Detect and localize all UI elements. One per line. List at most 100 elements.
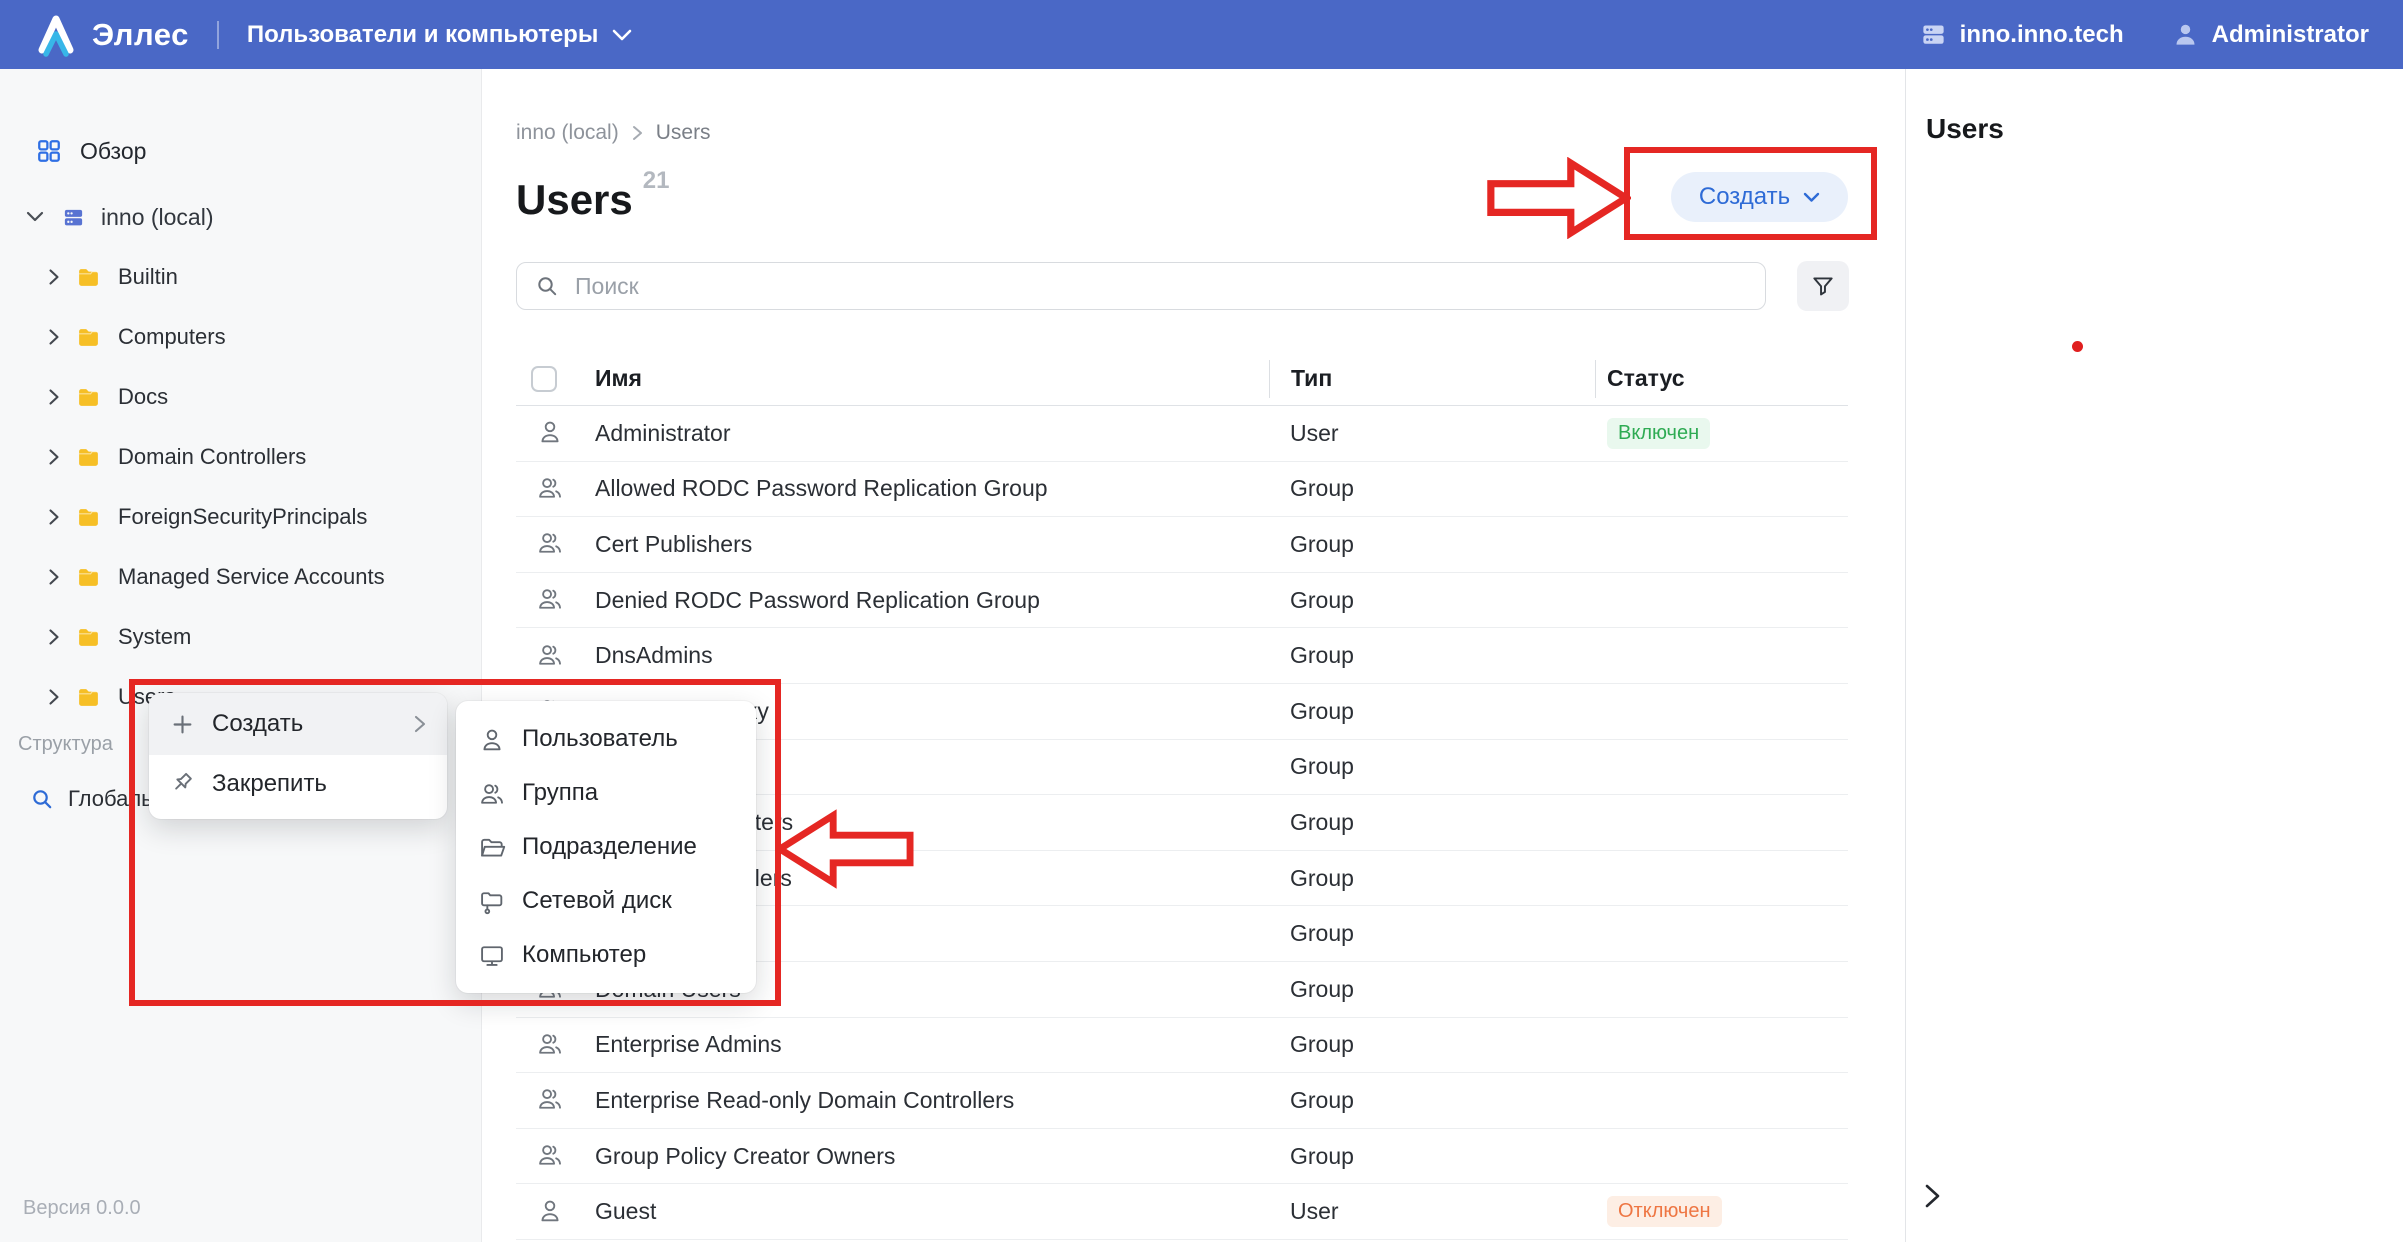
chevron-down-icon[interactable] xyxy=(26,211,44,223)
folder-icon xyxy=(76,265,101,290)
chevron-right-icon[interactable] xyxy=(48,628,60,646)
table-row[interactable]: Administrator User Включен xyxy=(516,406,1848,462)
panel-collapse-button[interactable] xyxy=(1912,1176,1952,1216)
row-type: Group xyxy=(1290,865,1607,892)
menu-item-label: Компьютер xyxy=(522,941,646,969)
breadcrumb: inno (local) Users xyxy=(516,121,711,145)
row-type: User xyxy=(1290,420,1607,447)
table-row[interactable]: Enterprise Read-only Domain Controllers … xyxy=(516,1073,1848,1129)
row-type: Group xyxy=(1290,1143,1607,1170)
group-icon xyxy=(536,1030,566,1060)
chevron-right-icon[interactable] xyxy=(48,568,60,586)
chevron-right-icon[interactable] xyxy=(48,448,60,466)
app-logo[interactable]: Эллес xyxy=(34,13,189,57)
column-header-name[interactable]: Имя xyxy=(595,365,1269,392)
row-name: Enterprise Admins xyxy=(595,1031,1290,1058)
chevron-right-icon[interactable] xyxy=(48,688,60,706)
row-type: Group xyxy=(1290,1087,1607,1114)
status-badge: Включен xyxy=(1607,418,1710,449)
plus-icon xyxy=(169,711,196,738)
sidebar-item-overview[interactable]: Обзор xyxy=(0,121,481,181)
context-menu: Создать Закрепить xyxy=(149,693,447,819)
tree-folder[interactable]: ForeignSecurityPrincipals xyxy=(0,487,481,547)
create-button[interactable]: Создать xyxy=(1671,172,1848,222)
table-row[interactable]: Allowed RODC Password Replication Group … xyxy=(516,462,1848,518)
submenu-item[interactable]: Подразделение xyxy=(456,820,756,874)
chevron-right-icon[interactable] xyxy=(48,508,60,526)
tree-folder[interactable]: Managed Service Accounts xyxy=(0,547,481,607)
table-row[interactable]: Group Policy Creator Owners Group xyxy=(516,1129,1848,1185)
tree-root-label: inno (local) xyxy=(101,204,214,231)
breadcrumb-root[interactable]: inno (local) xyxy=(516,121,619,145)
table-row[interactable]: Cert Publishers Group xyxy=(516,517,1848,573)
folder-icon xyxy=(76,565,101,590)
context-menu-item-pin[interactable]: Закрепить xyxy=(149,755,447,813)
logo-icon xyxy=(34,13,78,57)
tree-folder-label: Computers xyxy=(118,324,226,350)
user-icon xyxy=(536,1197,566,1227)
menu-item-label: Создать xyxy=(212,710,397,738)
chevron-right-icon[interactable] xyxy=(48,328,60,346)
tree-folder[interactable]: Computers xyxy=(0,307,481,367)
tree-folder[interactable]: Docs xyxy=(0,367,481,427)
group-icon xyxy=(536,1085,566,1115)
group-icon xyxy=(536,474,566,504)
tree-root-domain[interactable]: inno (local) xyxy=(0,187,481,247)
user-menu[interactable]: Administrator xyxy=(2172,21,2369,49)
chevron-right-icon[interactable] xyxy=(48,388,60,406)
tree-folder[interactable]: Domain Controllers xyxy=(0,427,481,487)
group-icon xyxy=(536,1141,566,1171)
row-type: Group xyxy=(1290,1031,1607,1058)
column-header-type[interactable]: Тип xyxy=(1269,360,1595,398)
table-row[interactable]: Guest User Отключен xyxy=(516,1184,1848,1240)
submenu-item[interactable]: Компьютер xyxy=(456,928,756,982)
submenu-item[interactable]: Пользователь xyxy=(456,712,756,766)
tree-folder[interactable]: System xyxy=(0,607,481,667)
folder-open-icon xyxy=(478,834,505,861)
folder-icon xyxy=(76,445,101,470)
submenu-item[interactable]: Сетевой диск xyxy=(456,874,756,928)
context-menu-item-create[interactable]: Создать xyxy=(149,693,447,755)
user-icon xyxy=(2172,21,2199,48)
server-name: inno.inno.tech xyxy=(1960,21,2124,49)
chevron-down-icon xyxy=(1803,192,1820,203)
details-panel: Users xyxy=(1905,69,2403,1242)
row-type: Group xyxy=(1290,809,1607,836)
main-content: inno (local) Users Users21 Создать Имя xyxy=(482,69,1905,1242)
table-row[interactable]: DnsAdmins Group xyxy=(516,628,1848,684)
chevron-right-icon[interactable] xyxy=(48,268,60,286)
table-row[interactable]: Enterprise Admins Group xyxy=(516,1018,1848,1074)
table-row[interactable]: Denied RODC Password Replication Group G… xyxy=(516,573,1848,629)
search-icon xyxy=(535,274,559,298)
folder-icon xyxy=(76,505,101,530)
select-all-checkbox[interactable] xyxy=(531,366,557,392)
tree-folder-label: Builtin xyxy=(118,264,178,290)
row-type: Group xyxy=(1290,531,1607,558)
row-name: Administrator xyxy=(595,420,1290,447)
user-name: Administrator xyxy=(2212,21,2369,49)
row-type: Group xyxy=(1290,642,1607,669)
app-switcher[interactable]: Пользователи и компьютеры xyxy=(247,21,632,49)
row-name: Guest xyxy=(595,1198,1290,1225)
row-name: Allowed RODC Password Replication Group xyxy=(595,475,1290,502)
server-indicator[interactable]: inno.inno.tech xyxy=(1920,21,2124,49)
menu-item-label: Подразделение xyxy=(522,833,697,861)
topbar: Эллес Пользователи и компьютеры inno.inn… xyxy=(0,0,2403,69)
tree-folder[interactable]: Builtin xyxy=(0,247,481,307)
grid-icon xyxy=(36,138,62,164)
pin-icon xyxy=(169,771,196,798)
page-title: Users21 xyxy=(516,167,669,224)
status-badge: Отключен xyxy=(1607,1196,1722,1227)
row-type: Group xyxy=(1290,475,1607,502)
filter-button[interactable] xyxy=(1797,261,1849,311)
row-name: DnsAdmins xyxy=(595,642,1290,669)
user-icon xyxy=(536,418,566,448)
sidebar: Обзор inno (local) Builtin xyxy=(0,69,482,1242)
row-type: Group xyxy=(1290,698,1607,725)
chevron-down-icon xyxy=(612,28,632,42)
search-input[interactable] xyxy=(516,262,1766,310)
row-name: Cert Publishers xyxy=(595,531,1290,558)
column-header-status[interactable]: Статус xyxy=(1595,360,1848,398)
submenu-item[interactable]: Группа xyxy=(456,766,756,820)
tree-folder-list: Builtin Computers Docs xyxy=(0,247,481,727)
